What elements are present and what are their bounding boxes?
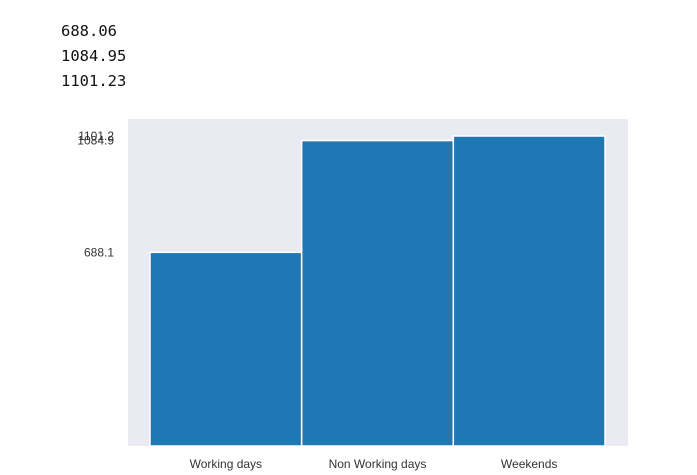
- x-tick-labels: Working days Non Working days Weekends: [190, 457, 558, 471]
- x-tick-label-3: Weekends: [501, 457, 557, 471]
- bar-3: [452, 135, 606, 447]
- y-tick-label-1: 688.1: [84, 245, 114, 259]
- bar-chart: 688.11084.91101.2 Working days Non Workin…: [77, 119, 628, 471]
- bar-2: [300, 139, 455, 447]
- x-tick-label-2: Non Working days: [329, 457, 427, 471]
- bar-1: [149, 251, 303, 447]
- y-tick-label-3: 1101.2: [78, 129, 114, 143]
- y-tick-labels: 688.11084.91101.2: [77, 129, 114, 259]
- x-tick-label-1: Working days: [190, 457, 262, 471]
